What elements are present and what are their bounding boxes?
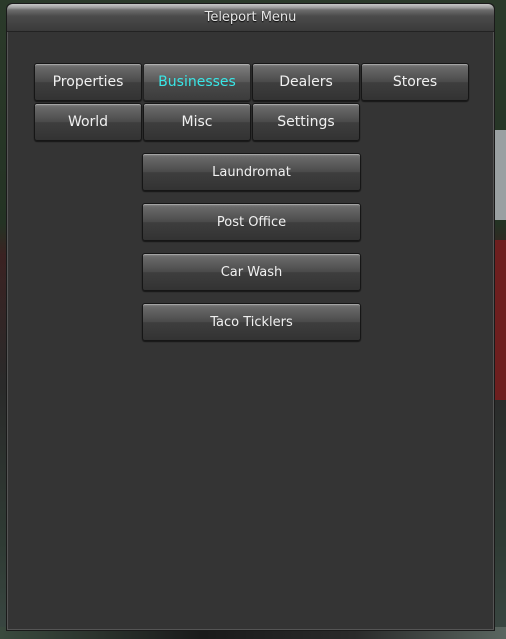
tab-settings[interactable]: Settings [252, 103, 360, 141]
location-post-office-button[interactable]: Post Office [142, 203, 361, 241]
tab-misc[interactable]: Misc [143, 103, 251, 141]
tab-businesses[interactable]: Businesses [143, 63, 251, 101]
location-laundromat-button[interactable]: Laundromat [142, 153, 361, 191]
window-titlebar[interactable]: Teleport Menu [7, 4, 494, 32]
tab-stores[interactable]: Stores [361, 63, 469, 101]
tab-properties[interactable]: Properties [34, 63, 142, 101]
tab-world[interactable]: World [34, 103, 142, 141]
teleport-menu-window: Teleport Menu Properties Businesses Deal… [6, 3, 495, 631]
window-title: Teleport Menu [204, 10, 297, 25]
location-car-wash-button[interactable]: Car Wash [142, 253, 361, 291]
location-taco-ticklers-button[interactable]: Taco Ticklers [142, 303, 361, 341]
tab-dealers[interactable]: Dealers [252, 63, 360, 101]
